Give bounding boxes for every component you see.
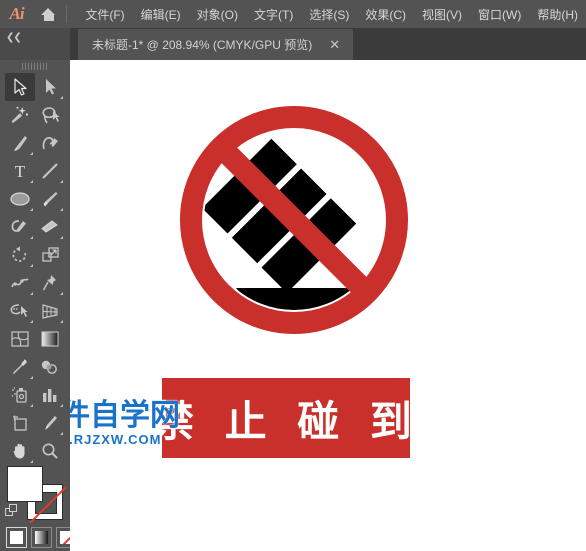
svg-text:T: T [15,162,26,180]
menu-select[interactable]: 选择(S) [301,2,357,27]
menu-bar: Ai 文件(F) 编辑(E) 对象(O) 文字(T) 选择(S) 效果(C) 视… [0,0,586,28]
home-icon[interactable] [33,7,64,21]
watermark-title: 软件自学网 [70,398,180,433]
direct-selection-tool[interactable] [35,73,65,101]
fill-swatch[interactable] [7,466,43,502]
fill-stroke-controls [5,466,66,524]
zoom-tool[interactable] [35,437,65,465]
menu-view[interactable]: 视图(V) [414,2,470,27]
type-tool[interactable]: T [5,157,35,185]
pen-tool[interactable] [5,129,35,157]
color-mode-row [6,527,77,548]
menu-effect[interactable]: 效果(C) [357,2,414,27]
perspective-grid-tool[interactable] [35,297,65,325]
menu-separator [66,5,68,23]
tool-grid: T [5,73,65,465]
curvature-tool[interactable] [35,129,65,157]
magic-wand-tool[interactable] [5,101,35,129]
mesh-tool[interactable] [5,325,35,353]
paintbrush-tool[interactable] [35,185,65,213]
lasso-tool[interactable] [35,101,65,129]
tool-panel-header: ❮❮ [0,28,70,60]
app-logo: Ai [9,4,25,23]
tool-panel: T [0,60,77,551]
shape-builder-tool[interactable] [5,297,35,325]
symbol-sprayer-tool[interactable] [5,381,35,409]
menu-object[interactable]: 对象(O) [189,2,246,27]
hand-tool[interactable] [5,437,35,465]
home-glyph [41,7,56,21]
illustrator-window: Ai 文件(F) 编辑(E) 对象(O) 文字(T) 选择(S) 效果(C) 视… [0,0,586,551]
swap-fill-stroke-icon[interactable] [5,504,19,518]
width-tool[interactable] [5,269,35,297]
column-graph-tool[interactable] [35,381,65,409]
gradient-mode-button[interactable] [31,527,52,548]
menu-edit[interactable]: 编辑(E) [133,2,189,27]
menu-type[interactable]: 文字(T) [246,2,301,27]
artboard-tool[interactable] [5,409,35,437]
gradient-tool[interactable] [35,325,65,353]
prohibition-sign-graphic[interactable] [174,100,414,340]
selection-tool[interactable] [5,73,35,101]
watermark: 软件自学网 WWW.RJZXW.COM [70,390,230,447]
document-tab[interactable]: 未标题-1* @ 208.94% (CMYK/GPU 预览) ✕ [78,29,354,60]
document-tab-title: 未标题-1* @ 208.94% (CMYK/GPU 预览) [92,38,313,52]
eraser-tool[interactable] [35,213,65,241]
watermark-url: WWW.RJZXW.COM [70,432,162,447]
ellipse-tool[interactable] [5,185,35,213]
blend-tool[interactable] [35,353,65,381]
close-icon[interactable]: ✕ [326,38,343,51]
menu-file[interactable]: 文件(F) [77,2,132,27]
menu-help[interactable]: 帮助(H) [529,2,586,27]
menu-window[interactable]: 窗口(W) [470,2,529,27]
line-segment-tool[interactable] [35,157,65,185]
eyedropper-tool[interactable] [5,353,35,381]
scale-tool[interactable] [35,241,65,269]
color-mode-button[interactable] [6,527,27,548]
rotate-tool[interactable] [5,241,35,269]
slice-tool[interactable] [35,409,65,437]
panel-drag-handle[interactable] [22,63,48,70]
shaper-tool[interactable] [5,213,35,241]
free-transform-tool[interactable] [35,269,65,297]
document-canvas[interactable]: 禁 止 碰 到 软件自学网 WWW.RJZXW.COM [70,60,586,551]
double-chevron-left-icon[interactable]: ❮❮ [6,32,24,44]
